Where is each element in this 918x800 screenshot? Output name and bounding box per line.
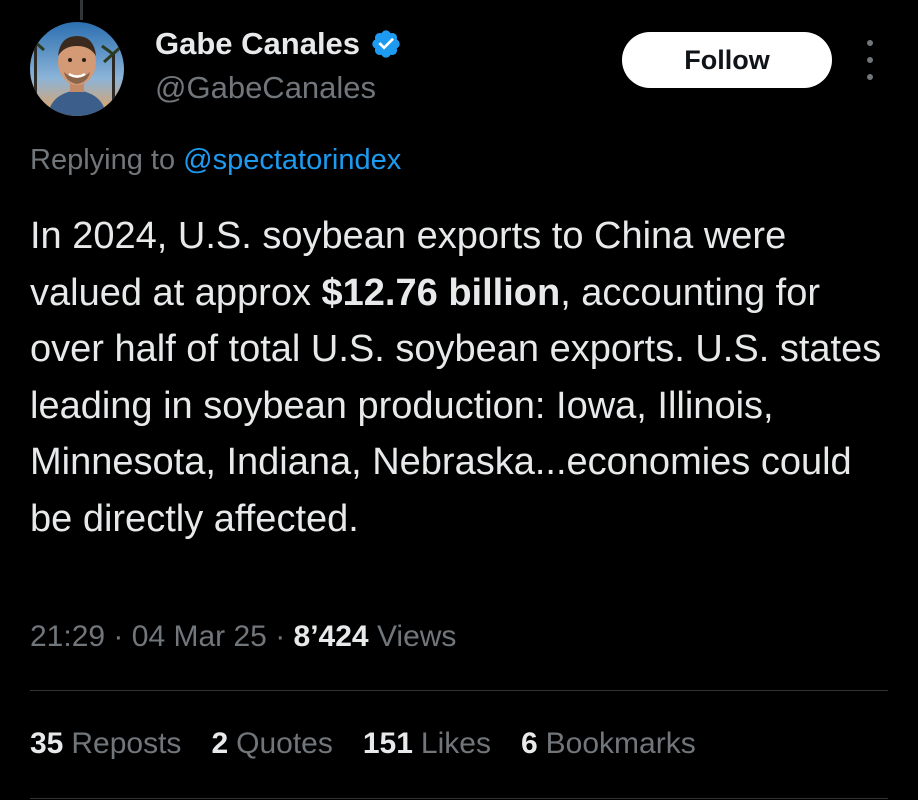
likes-label: Likes (420, 727, 491, 760)
avatar-image (30, 22, 124, 116)
meta-separator: · (275, 620, 286, 653)
avatar[interactable] (30, 22, 124, 116)
tweet-time[interactable]: 21:29 (30, 620, 105, 653)
thread-connector-line (80, 0, 83, 20)
follow-button[interactable]: Follow (622, 32, 832, 88)
verified-badge-icon[interactable] (370, 28, 402, 60)
more-dot (867, 74, 873, 80)
bookmarks-stat[interactable]: 6 Bookmarks (521, 727, 696, 761)
tweet-meta: 21:29 · 04 Mar 25 · 8’424 Views (30, 620, 456, 654)
more-dot (867, 57, 873, 63)
replying-to-label: Replying to (30, 144, 176, 176)
meta-separator: · (113, 620, 124, 653)
likes-stat[interactable]: 151 Likes (363, 727, 491, 761)
reposts-stat[interactable]: 35 Reposts (30, 727, 181, 761)
replying-to-line: Replying to @spectatorindex (30, 144, 401, 177)
author-name-row[interactable]: Gabe Canales (155, 26, 402, 62)
reply-mention-link[interactable]: @spectatorindex (183, 144, 401, 176)
quotes-count: 2 (211, 727, 229, 760)
views-label[interactable]: Views (377, 620, 456, 653)
divider (30, 798, 888, 799)
reposts-count: 35 (30, 727, 64, 760)
views-count[interactable]: 8’424 (294, 620, 369, 653)
likes-count: 151 (362, 727, 413, 760)
more-dot (867, 40, 873, 46)
divider (30, 690, 888, 691)
tweet-date[interactable]: 04 Mar 25 (132, 620, 267, 653)
reposts-label: Reposts (71, 727, 182, 760)
quotes-stat[interactable]: 2 Quotes (211, 727, 332, 761)
author-handle[interactable]: @GabeCanales (155, 70, 376, 106)
more-vertical-icon[interactable] (858, 40, 882, 80)
author-name[interactable]: Gabe Canales (155, 26, 360, 62)
bookmarks-count: 6 (520, 727, 538, 760)
quotes-label: Quotes (236, 727, 333, 760)
tweet-text-bold: $12.76 billion (321, 271, 561, 314)
bookmarks-label: Bookmarks (545, 727, 696, 760)
engagement-stats: 35 Reposts 2 Quotes 151 Likes 6 Bookmarks (30, 727, 726, 761)
tweet-text: In 2024, U.S. soybean exports to China w… (30, 208, 900, 548)
